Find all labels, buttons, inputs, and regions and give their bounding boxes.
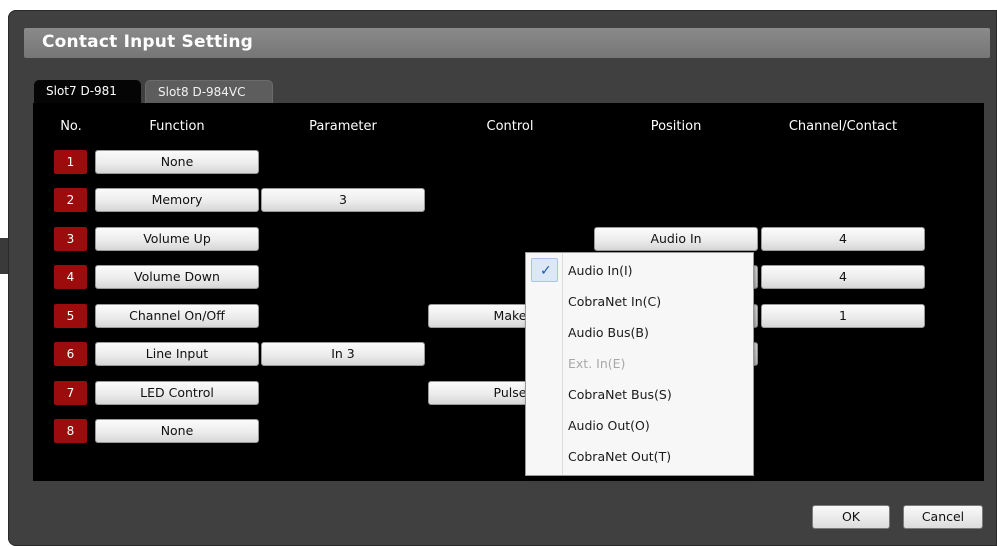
function-button-2[interactable]: Memory [95, 188, 259, 212]
menu-item-audio-in[interactable]: ✓ Audio In(I) [526, 255, 753, 286]
menu-item-label: Ext. In(E) [568, 356, 626, 371]
column-header-function: Function [149, 119, 205, 134]
menu-item-label: CobraNet In(C) [568, 294, 662, 309]
menu-item-label: Audio Bus(B) [568, 325, 649, 340]
row-number-4: 4 [54, 265, 87, 289]
ok-button[interactable]: OK [812, 505, 890, 529]
menu-item-cobranet-out[interactable]: CobraNet Out(T) [526, 441, 753, 472]
parameter-button-2[interactable]: 3 [261, 188, 425, 212]
checked-highlight: ✓ [531, 258, 558, 282]
channel-button-3[interactable]: 4 [761, 227, 925, 251]
dialog-title: Contact Input Setting [42, 32, 254, 52]
title-bar: Contact Input Setting [24, 28, 990, 58]
position-dropdown-menu: ✓ Audio In(I) CobraNet In(C) Audio Bus(B… [525, 252, 754, 476]
row-number-7: 7 [54, 381, 87, 405]
function-button-5[interactable]: Channel On/Off [95, 304, 259, 328]
tab-slot8[interactable]: Slot8 D-984VC [145, 80, 273, 103]
menu-item-ext-in: Ext. In(E) [526, 348, 753, 379]
menu-item-label: Audio Out(O) [568, 418, 650, 433]
function-button-8[interactable]: None [95, 419, 259, 443]
channel-button-5[interactable]: 1 [761, 304, 925, 328]
row-number-8: 8 [54, 419, 87, 443]
window-edge [0, 238, 8, 274]
menu-item-label: Audio In(I) [568, 263, 633, 278]
menu-item-label: CobraNet Bus(S) [568, 387, 672, 402]
parameter-button-6[interactable]: In 3 [261, 342, 425, 366]
column-header-position: Position [650, 119, 702, 134]
tab-slot7[interactable]: Slot7 D-981 [34, 80, 141, 103]
function-button-1[interactable]: None [95, 150, 259, 174]
function-button-4[interactable]: Volume Down [95, 265, 259, 289]
row-number-1: 1 [54, 150, 87, 174]
row-number-6: 6 [54, 342, 87, 366]
row-number-3: 3 [54, 227, 87, 251]
function-button-3[interactable]: Volume Up [95, 227, 259, 251]
menu-item-cobranet-bus[interactable]: CobraNet Bus(S) [526, 379, 753, 410]
cancel-button[interactable]: Cancel [903, 505, 983, 529]
column-header-parameter: Parameter [309, 119, 377, 134]
channel-button-4[interactable]: 4 [761, 265, 925, 289]
menu-item-audio-bus[interactable]: Audio Bus(B) [526, 317, 753, 348]
function-button-6[interactable]: Line Input [95, 342, 259, 366]
checkmark-icon: ✓ [540, 263, 552, 279]
column-header-control: Control [486, 119, 534, 134]
column-header-no: No. [60, 119, 82, 134]
row-number-2: 2 [54, 188, 87, 212]
column-header-channel-contact: Channel/Contact [788, 119, 898, 134]
menu-item-label: CobraNet Out(T) [568, 449, 672, 464]
menu-item-cobranet-in[interactable]: CobraNet In(C) [526, 286, 753, 317]
row-number-5: 5 [54, 304, 87, 328]
menu-item-audio-out[interactable]: Audio Out(O) [526, 410, 753, 441]
position-button-3[interactable]: Audio In [594, 227, 758, 251]
function-button-7[interactable]: LED Control [95, 381, 259, 405]
